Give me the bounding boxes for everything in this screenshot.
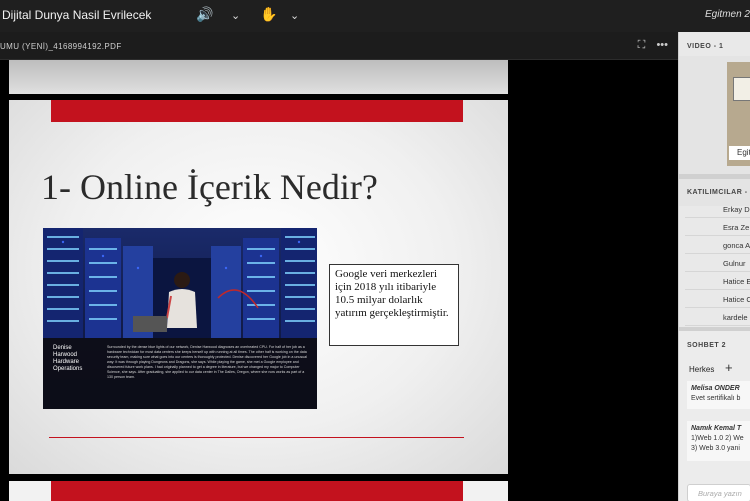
presenter-name: Egitmen 2 <box>704 9 750 20</box>
participant-row[interactable]: kardele <box>685 308 750 326</box>
speaker-icon[interactable]: 🔊 <box>196 6 213 23</box>
participant-row[interactable]: Erkay D <box>685 200 750 218</box>
current-slide: 1- Online İçerik Nedir? Denise Harwood H… <box>9 100 508 474</box>
participant-row[interactable]: Esra Ze <box>685 218 750 236</box>
slide-text-box: Google veri merkezleri için 2018 yılı it… <box>329 264 459 346</box>
participant-row[interactable]: gonca A <box>685 236 750 254</box>
side-panel: VIDEO - 1 Egit KATILIMCILAR - Erkay D Es… <box>678 32 750 501</box>
chat-pod: SOHBET 2 Herkes + Melisa ONDER Evet sert… <box>679 327 750 501</box>
meeting-title: Dijital Dunya Nasil Evrilecek <box>2 8 152 22</box>
slide-red-bar <box>51 100 463 122</box>
app-topbar: Dijital Dunya Nasil Evrilecek 🔊 ⌄ ✋ ⌄ Eg… <box>0 0 750 32</box>
data-center-photo: Denise Harwood Hardware Operations Surro… <box>43 228 317 409</box>
video-pod-header: VIDEO - 1 <box>687 43 724 50</box>
photo-caption-name: Denise Harwood Hardware Operations <box>53 345 83 372</box>
chat-input[interactable]: Buraya yazın <box>687 484 750 501</box>
participant-row[interactable]: Hatice C <box>685 290 750 308</box>
data-center-illustration <box>43 228 317 409</box>
chevron-down-icon[interactable]: ⌄ <box>290 9 299 22</box>
chat-recipient[interactable]: Herkes <box>689 365 714 374</box>
photo-caption-text: Surrounded by the dense blue lights of o… <box>107 345 307 379</box>
next-slide <box>9 481 508 501</box>
next-slide-red-bar <box>51 481 463 501</box>
previous-slide <box>9 60 508 94</box>
more-options-icon[interactable]: ••• <box>656 39 668 51</box>
slide-heading: 1- Online İçerik Nedir? <box>41 167 378 207</box>
raise-hand-icon[interactable]: ✋ <box>260 6 277 23</box>
participant-row[interactable]: Hatice E <box>685 272 750 290</box>
chat-message-text: 1)Web 1.0 2) We <box>691 435 744 442</box>
video-background-badge <box>733 77 750 101</box>
chat-message-author: Melisa ONDER <box>691 385 740 392</box>
webcam-video[interactable]: Egit <box>727 62 750 166</box>
document-filename: UMU (YENİ)_4168994192.PDF <box>0 42 122 51</box>
chat-message: Namık Kemal T 1)Web 1.0 2) We 3) Web 3.0… <box>687 421 750 461</box>
chat-message-author: Namık Kemal T <box>691 425 742 432</box>
participant-list: Erkay D Esra Ze gonca A Gulnur Hatice E … <box>685 200 750 326</box>
participants-header: KATILIMCILAR - <box>687 189 748 196</box>
presentation-stage: 1- Online İçerik Nedir? Denise Harwood H… <box>0 60 678 501</box>
panel-divider <box>679 174 750 179</box>
video-name-tag: Egit <box>729 146 750 160</box>
chat-message-text: 3) Web 3.0 yani <box>691 445 740 452</box>
chat-message-text: Evet sertifikalı b <box>691 395 741 402</box>
plus-icon[interactable]: + <box>725 360 733 375</box>
video-pod: Egit <box>679 56 750 206</box>
slide-red-line <box>49 437 464 438</box>
chat-header: SOHBET 2 <box>687 342 727 349</box>
document-toolbar-icons: ⛶ ••• <box>638 39 668 52</box>
chat-message: Melisa ONDER Evet sertifikalı b <box>687 381 750 409</box>
fullscreen-icon[interactable]: ⛶ <box>638 39 646 51</box>
chevron-down-icon[interactable]: ⌄ <box>231 9 240 22</box>
participant-row[interactable]: Gulnur <box>685 254 750 272</box>
document-toolbar: UMU (YENİ)_4168994192.PDF ⛶ ••• <box>0 32 678 60</box>
